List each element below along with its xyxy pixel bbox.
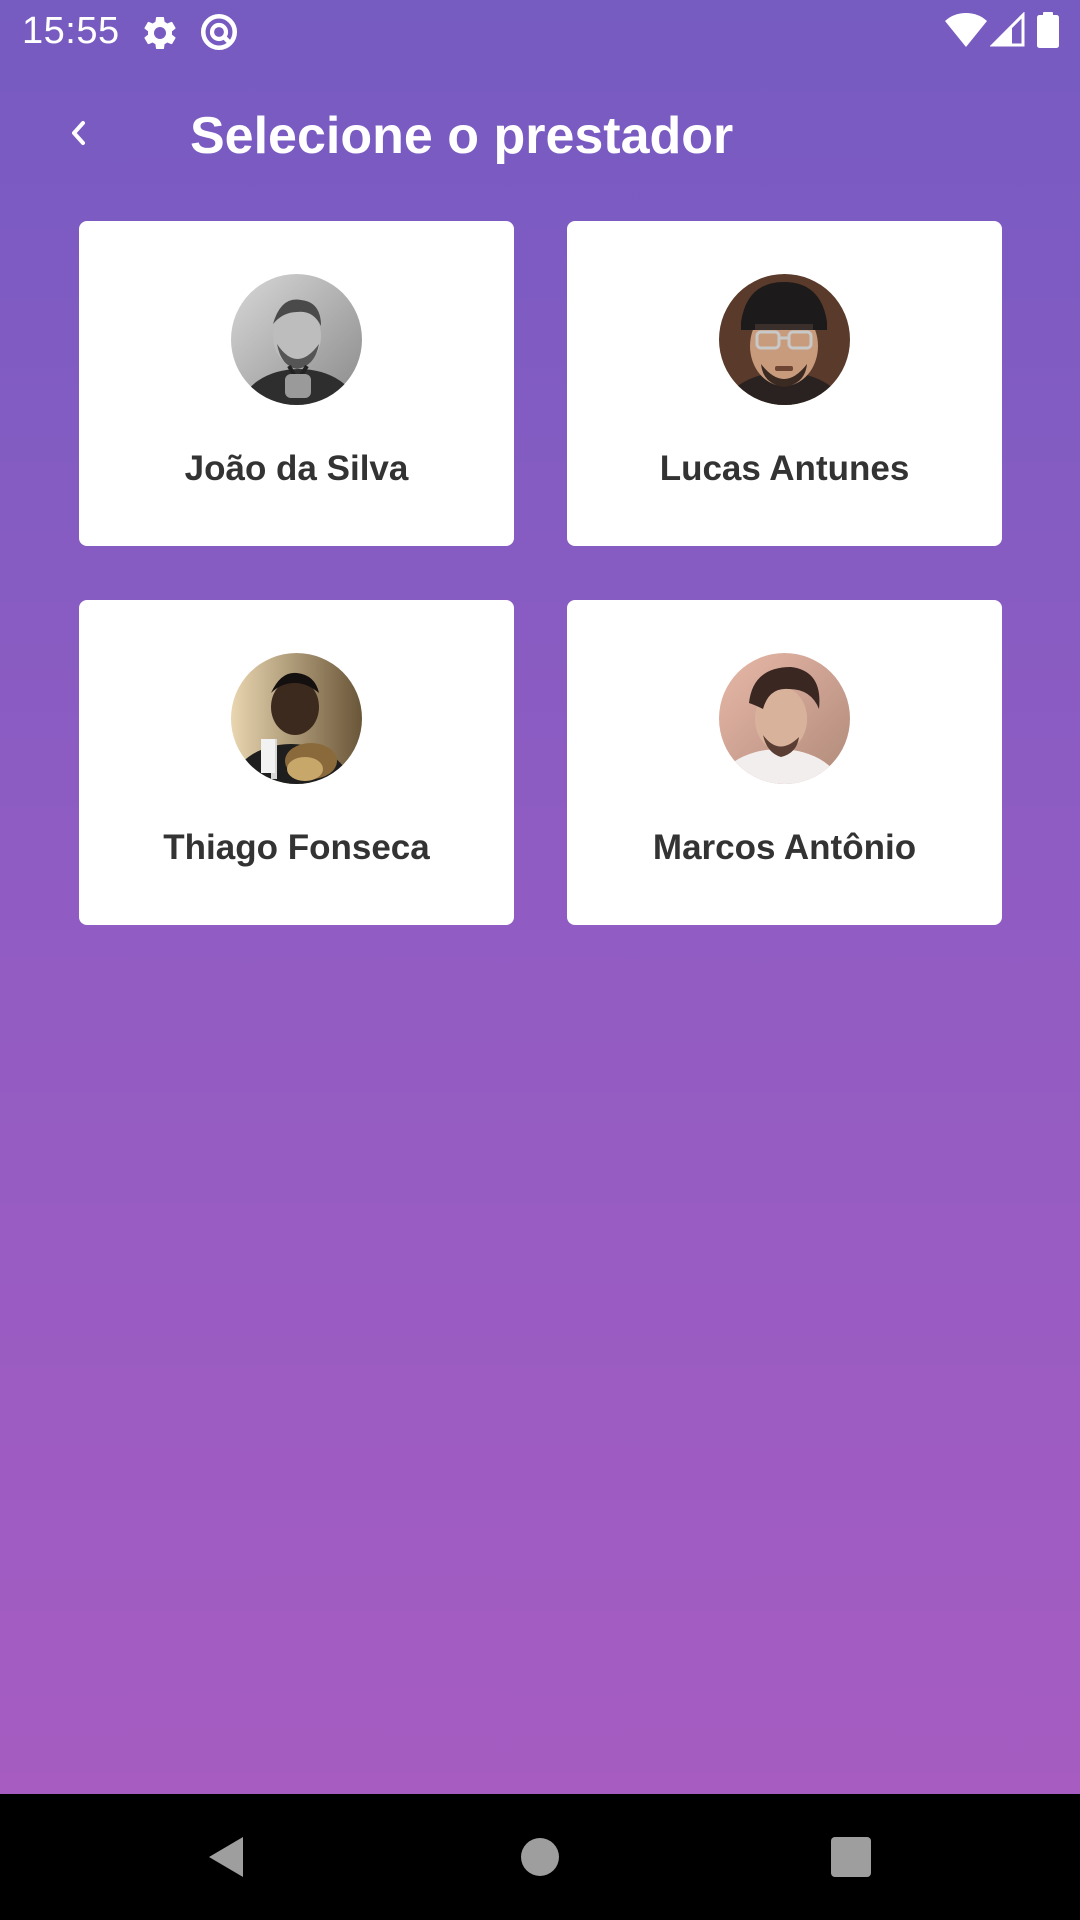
provider-avatar: [719, 653, 850, 784]
provider-avatar: [231, 274, 362, 405]
nav-back-icon[interactable]: [203, 1834, 249, 1880]
battery-icon: [1037, 12, 1059, 48]
provider-name: Marcos Antônio: [652, 828, 917, 867]
provider-name: Lucas Antunes: [659, 449, 910, 488]
provider-card[interactable]: Lucas Antunes: [567, 221, 1002, 546]
do-not-disturb-icon: [198, 11, 240, 53]
provider-avatar: [719, 274, 850, 405]
provider-name: João da Silva: [184, 449, 409, 488]
page-title: Selecione o prestador: [190, 107, 734, 165]
provider-card[interactable]: Marcos Antônio: [567, 600, 1002, 925]
provider-name: Thiago Fonseca: [163, 828, 430, 867]
navigation-bar: [0, 1794, 1080, 1920]
provider-card[interactable]: João da Silva: [79, 221, 514, 546]
status-bar: 15:55: [0, 0, 1080, 64]
chevron-left-icon: [72, 121, 85, 145]
settings-icon: [140, 13, 180, 53]
nav-recents-icon[interactable]: [830, 1836, 872, 1878]
provider-avatar: [231, 653, 362, 784]
screen: 15:55 Selecione o prestador João da Silv…: [0, 0, 1080, 1920]
wifi-icon: [944, 12, 988, 48]
status-time: 15:55: [22, 10, 120, 52]
nav-home-icon[interactable]: [517, 1834, 563, 1880]
signal-icon: [989, 11, 1026, 48]
back-button[interactable]: [54, 108, 104, 158]
provider-card[interactable]: Thiago Fonseca: [79, 600, 514, 925]
